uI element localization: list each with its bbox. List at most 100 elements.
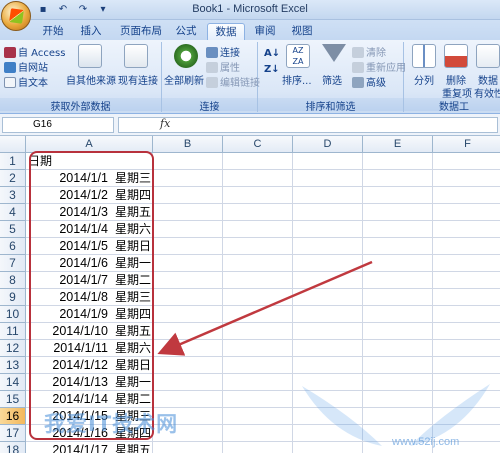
cell[interactable] [363, 391, 433, 408]
cell[interactable] [153, 272, 223, 289]
cell[interactable] [223, 238, 293, 255]
reapply-button[interactable]: 重新应用 [352, 59, 406, 74]
cell-a[interactable]: 2014/1/14 星期二 [26, 391, 153, 408]
cell-a[interactable]: 2014/1/8 星期三 [26, 289, 153, 306]
cell[interactable] [153, 289, 223, 306]
cell[interactable] [293, 187, 363, 204]
cell[interactable] [293, 408, 363, 425]
cell[interactable] [293, 289, 363, 306]
cell[interactable] [153, 340, 223, 357]
cell[interactable] [293, 153, 363, 170]
cell[interactable] [433, 357, 500, 374]
cell-a[interactable]: 日期 [26, 153, 153, 170]
cell[interactable] [293, 442, 363, 453]
cell-a[interactable]: 2014/1/2 星期四 [26, 187, 153, 204]
cell[interactable] [293, 425, 363, 442]
cell[interactable] [433, 255, 500, 272]
cell[interactable] [363, 289, 433, 306]
worksheet-grid[interactable]: A B C D E F 1 日期 2 2014/1/1 星期三 3 2014/1/2 星期四 4… [0, 136, 500, 453]
cell[interactable] [293, 221, 363, 238]
cell[interactable] [433, 272, 500, 289]
cell[interactable] [293, 391, 363, 408]
cell-a[interactable]: 2014/1/7 星期二 [26, 272, 153, 289]
cell[interactable] [293, 374, 363, 391]
tab-home[interactable]: 开始 [38, 23, 68, 40]
tab-review[interactable]: 审阅 [250, 23, 280, 40]
sort-button[interactable]: 排序... [282, 72, 312, 87]
cell[interactable] [293, 323, 363, 340]
column-header-b[interactable]: B [153, 136, 223, 153]
cell[interactable] [223, 306, 293, 323]
cell-a[interactable]: 2014/1/13 星期一 [26, 374, 153, 391]
cell[interactable] [153, 255, 223, 272]
connections-button[interactable]: 连接 [206, 44, 240, 59]
cell[interactable] [223, 204, 293, 221]
cell-a[interactable]: 2014/1/6 星期一 [26, 255, 153, 272]
cell[interactable] [363, 408, 433, 425]
column-header-c[interactable]: C [223, 136, 293, 153]
cell[interactable] [153, 221, 223, 238]
cell[interactable] [223, 170, 293, 187]
row-header[interactable]: 4 [0, 204, 26, 221]
cell[interactable] [153, 374, 223, 391]
tab-insert[interactable]: 插入 [76, 23, 106, 40]
existing-connections-button[interactable]: 现有连接 [118, 72, 158, 87]
other-sources-button[interactable]: 自其他来源 [66, 72, 116, 87]
row-header[interactable]: 17 [0, 425, 26, 442]
cell[interactable] [363, 306, 433, 323]
refresh-all-button[interactable]: 全部刷新 [164, 72, 204, 87]
clear-button[interactable]: 清除 [352, 44, 386, 59]
sort-desc-icon[interactable]: Z↓ [264, 64, 280, 75]
row-header[interactable]: 12 [0, 340, 26, 357]
from-text-button[interactable]: 自文本 [4, 74, 48, 89]
advanced-button[interactable]: 高级 [352, 74, 386, 89]
row-header[interactable]: 1 [0, 153, 26, 170]
cell[interactable] [433, 204, 500, 221]
cell[interactable] [223, 289, 293, 306]
cell-a[interactable]: 2014/1/17 星期五 [26, 442, 153, 453]
cell[interactable] [293, 255, 363, 272]
cell[interactable] [433, 306, 500, 323]
cell[interactable] [223, 357, 293, 374]
cell-a[interactable]: 2014/1/5 星期日 [26, 238, 153, 255]
row-header[interactable]: 7 [0, 255, 26, 272]
cell[interactable] [293, 340, 363, 357]
row-header[interactable]: 14 [0, 374, 26, 391]
cell[interactable] [363, 255, 433, 272]
filter-button[interactable]: 筛选 [322, 72, 342, 87]
cell-a[interactable]: 2014/1/1 星期三 [26, 170, 153, 187]
cell[interactable] [433, 238, 500, 255]
row-header[interactable]: 16 [0, 408, 26, 425]
cell[interactable] [153, 153, 223, 170]
column-header-a[interactable]: A [26, 136, 153, 153]
cell[interactable] [223, 221, 293, 238]
cell[interactable] [433, 391, 500, 408]
cell[interactable] [363, 153, 433, 170]
cell[interactable] [363, 238, 433, 255]
column-header-e[interactable]: E [363, 136, 433, 153]
cell[interactable] [363, 221, 433, 238]
cell[interactable] [293, 357, 363, 374]
cell[interactable] [433, 340, 500, 357]
tab-view[interactable]: 视图 [287, 23, 317, 40]
cell[interactable] [223, 374, 293, 391]
cell[interactable] [363, 187, 433, 204]
cell[interactable] [153, 306, 223, 323]
cell[interactable] [363, 323, 433, 340]
cell[interactable] [363, 374, 433, 391]
cell-a[interactable]: 2014/1/12 星期日 [26, 357, 153, 374]
cell[interactable] [223, 255, 293, 272]
cell[interactable] [153, 391, 223, 408]
office-button[interactable] [1, 1, 31, 31]
column-header-d[interactable]: D [293, 136, 363, 153]
row-header[interactable]: 13 [0, 357, 26, 374]
cell[interactable] [223, 187, 293, 204]
sort-asc-icon[interactable]: A↓ [264, 48, 280, 59]
row-header[interactable]: 5 [0, 221, 26, 238]
from-web-button[interactable]: 自网站 [4, 59, 48, 74]
row-header[interactable]: 15 [0, 391, 26, 408]
cell[interactable] [223, 323, 293, 340]
row-header[interactable]: 9 [0, 289, 26, 306]
cell[interactable] [433, 170, 500, 187]
cell[interactable] [293, 204, 363, 221]
